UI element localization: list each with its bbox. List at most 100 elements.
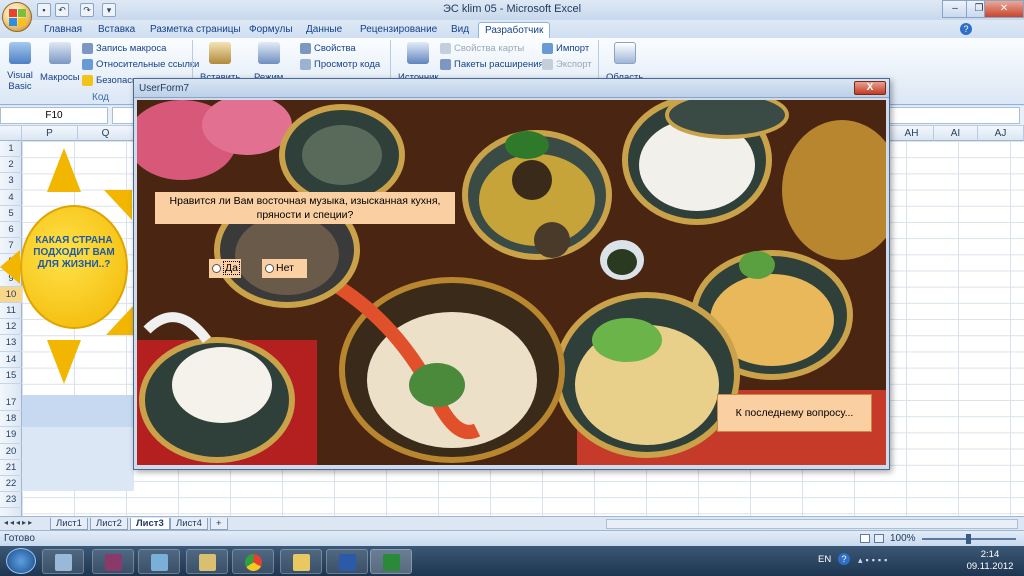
taskbar-paint[interactable] — [186, 549, 228, 574]
row-header[interactable]: 23 — [0, 492, 22, 509]
row-header[interactable]: 20 — [0, 444, 22, 460]
tray-icons[interactable]: ▴▪▪▪▪ — [858, 555, 938, 565]
select-all-corner[interactable] — [0, 126, 22, 141]
insert-sheet-icon[interactable]: + — [210, 518, 228, 530]
import-icon — [542, 43, 553, 54]
radio-circle-icon — [265, 263, 274, 273]
sheet-tab-active[interactable]: Лист3 — [130, 518, 170, 530]
record-macro-button[interactable]: Запись макроса — [82, 43, 166, 54]
macro-security-button[interactable]: Безопасн — [82, 75, 137, 86]
taskbar-calculator[interactable] — [42, 549, 84, 574]
row-header[interactable]: 18 — [0, 411, 22, 428]
userform-close-button[interactable]: X — [854, 81, 886, 95]
taskbar-explorer[interactable] — [280, 549, 322, 574]
row-header[interactable]: 1 — [0, 141, 22, 158]
option-yes-radio[interactable]: Да — [209, 259, 241, 278]
row-header[interactable]: 14 — [0, 352, 22, 368]
zoom-level: 100% — [890, 533, 916, 544]
tab-home[interactable]: Главная — [38, 22, 88, 38]
insert-control-button[interactable]: Вставить — [200, 42, 240, 83]
column-header[interactable]: AJ — [978, 126, 1024, 141]
window-title: ЭС klim 05 - Microsoft Excel — [442, 3, 582, 15]
help-icon[interactable]: ? — [960, 23, 972, 35]
xml-source-button[interactable]: Источник — [398, 42, 439, 83]
row-header[interactable]: 4 — [0, 190, 22, 206]
tab-data[interactable]: Данные — [300, 22, 348, 38]
paint-icon — [199, 554, 216, 571]
shaded-row-band — [22, 475, 134, 492]
shaded-row-band — [22, 427, 134, 444]
status-bar: Готово 100% — [0, 530, 1024, 546]
clock-time: 2:14 — [980, 549, 1000, 560]
folder-icon — [293, 554, 310, 571]
option-no-radio[interactable]: Нет — [262, 259, 307, 278]
row-header[interactable]: 15 — [0, 368, 22, 384]
design-mode-button[interactable]: Режим — [254, 42, 283, 83]
tab-view[interactable]: Вид — [445, 22, 475, 38]
horizontal-scrollbar[interactable] — [606, 519, 1018, 529]
clock[interactable]: 2:14 09.11.2012 — [960, 549, 1020, 573]
tab-page-layout[interactable]: Разметка страницы — [144, 22, 247, 38]
expansion-packs-button[interactable]: Пакеты расширения — [440, 59, 544, 70]
row-header[interactable]: 17 — [0, 395, 22, 412]
row-header[interactable]: 6 — [0, 222, 22, 239]
tab-review[interactable]: Рецензирование — [354, 22, 443, 38]
column-header[interactable]: AI — [934, 126, 978, 141]
properties-button[interactable]: Свойства — [300, 43, 356, 54]
taskbar-excel[interactable] — [370, 549, 412, 574]
app-icon — [151, 554, 168, 571]
row-header[interactable]: 13 — [0, 335, 22, 352]
next-question-button[interactable]: К последнему вопросу... — [717, 394, 872, 432]
sheet-tab[interactable]: Лист2 — [90, 518, 128, 530]
excel-icon — [383, 554, 400, 571]
tab-formulas[interactable]: Формулы — [243, 22, 299, 38]
sheet-nav-arrows-icon[interactable]: ◂◂◂▸▸ — [4, 518, 34, 527]
document-panel-button[interactable]: Область — [606, 42, 643, 83]
row-header[interactable]: 19 — [0, 427, 22, 444]
row-header[interactable]: 21 — [0, 460, 22, 476]
taskbar-winrar[interactable] — [92, 549, 134, 574]
row-header[interactable]: 5 — [0, 206, 22, 222]
relative-references-icon — [82, 59, 93, 70]
import-button[interactable]: Импорт — [542, 43, 589, 54]
view-code-button[interactable]: Просмотр кода — [300, 59, 380, 70]
visual-basic-button[interactable]: Visual Basic — [7, 42, 33, 92]
calculator-icon — [55, 554, 72, 571]
sun-ray — [47, 148, 81, 192]
row-header[interactable]: 3 — [0, 173, 22, 190]
close-button[interactable]: ✕ — [984, 0, 1024, 18]
sheet-tab[interactable]: Лист4 — [170, 518, 208, 530]
map-properties-button[interactable]: Свойства карты — [440, 43, 524, 54]
column-header[interactable]: Q — [78, 126, 134, 141]
row-header-active[interactable]: 10 — [0, 286, 22, 303]
name-box[interactable]: F10 — [0, 107, 108, 124]
taskbar-word[interactable] — [326, 549, 368, 574]
column-header[interactable]: AH — [890, 126, 934, 141]
sun-ray — [0, 250, 20, 284]
userform-title-bar[interactable]: UserForm7 X — [134, 79, 889, 98]
row-header[interactable]: 22 — [0, 476, 22, 493]
taskbar-chrome[interactable] — [232, 549, 274, 574]
help-icon[interactable]: ? — [838, 553, 850, 565]
relative-references-button[interactable]: Относительные ссылки — [82, 59, 199, 70]
tab-developer[interactable]: Разработчик — [478, 22, 551, 38]
sun-ray — [47, 340, 81, 384]
column-header[interactable]: P — [22, 126, 78, 141]
tab-insert[interactable]: Вставка — [92, 22, 141, 38]
row-header[interactable]: 12 — [0, 319, 22, 336]
sun-ray — [104, 190, 132, 220]
minimize-button[interactable]: – — [942, 0, 968, 18]
macros-button[interactable]: Макросы — [40, 42, 80, 83]
zoom-slider-thumb[interactable] — [966, 534, 971, 544]
taskbar-app[interactable] — [138, 549, 180, 574]
row-header[interactable]: 11 — [0, 303, 22, 320]
sheet-tab[interactable]: Лист1 — [50, 518, 88, 530]
export-button[interactable]: Экспорт — [542, 59, 592, 70]
row-header[interactable]: 2 — [0, 157, 22, 174]
normal-view-icon[interactable] — [860, 534, 870, 543]
sun-text: КАКАЯ СТРАНА ПОДХОДИТ ВАМ ДЛЯ ЖИЗНИ..? — [33, 235, 115, 270]
language-indicator[interactable]: EN — [818, 554, 831, 565]
start-button[interactable] — [6, 548, 36, 574]
page-layout-view-icon[interactable] — [874, 534, 884, 543]
office-button[interactable] — [2, 2, 32, 32]
